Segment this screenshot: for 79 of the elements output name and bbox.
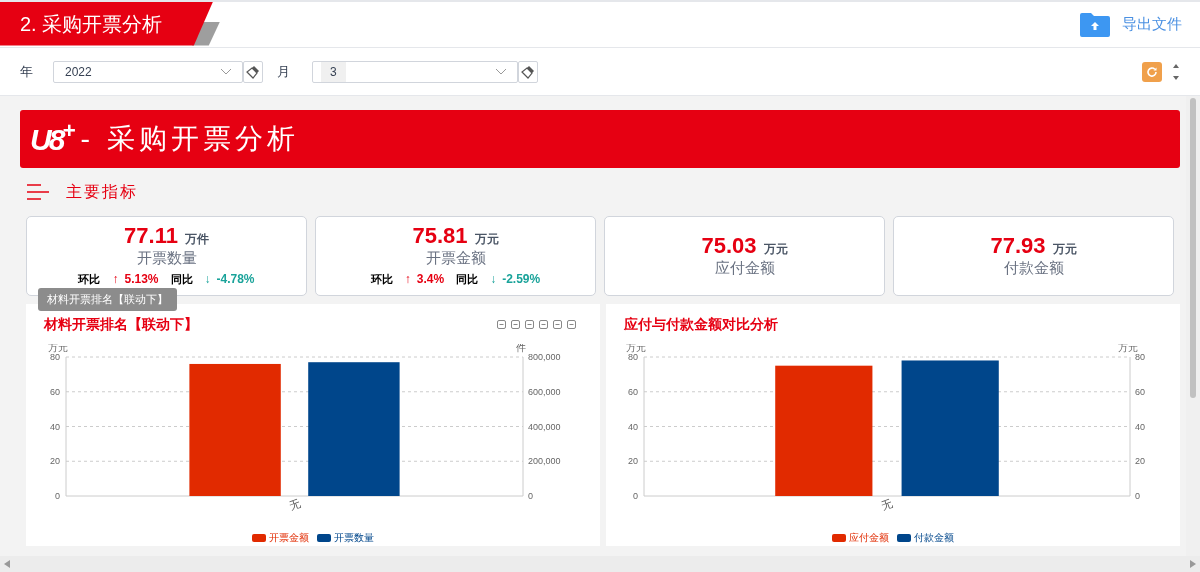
page-title: 2. 采购开票分析 <box>0 1 213 46</box>
scroll-left-icon[interactable] <box>4 560 10 568</box>
axis-unit: 万元 <box>1118 344 1138 353</box>
trend-arrow: ↑ <box>112 271 119 288</box>
refresh-button[interactable] <box>1142 61 1162 82</box>
trend-arrow: ↓ <box>490 271 497 288</box>
kpi-unit: 万元 <box>1052 241 1077 258</box>
comparison-label: 同比 <box>170 271 193 287</box>
axis-tick-label: 80 <box>1135 352 1145 362</box>
kpi-label: 开票金额 <box>425 248 486 268</box>
legend-label[interactable]: 开票数量 <box>334 530 374 545</box>
kpi-label: 付款金额 <box>1003 258 1064 278</box>
kpi-value: 75.03 <box>701 234 757 258</box>
legend-label[interactable]: 应付金额 <box>849 530 889 545</box>
horizontal-scrollbar[interactable] <box>0 556 1200 572</box>
axis-tick-label: 0 <box>55 491 60 501</box>
axis-tick-label: 200,000 <box>528 456 561 467</box>
select-field[interactable]: 2022 <box>53 60 243 83</box>
kpi-unit: 万元 <box>763 241 788 258</box>
axis-tick-label: 800,000 <box>528 352 561 362</box>
kpi-label: 应付金额 <box>714 258 775 278</box>
refresh-icon <box>1146 65 1158 78</box>
banner-title: - 采购开票分析 <box>80 121 299 157</box>
comparison-label: 环比 <box>78 271 101 287</box>
axis-tick-label: 0 <box>528 491 533 501</box>
section-title: 主要指标 <box>66 181 138 203</box>
comparison-value: 3.4% <box>416 271 445 288</box>
kpi-unit: 万元 <box>474 231 499 248</box>
category-label: 无 <box>287 496 302 512</box>
trend-arrow: ↑ <box>404 271 411 288</box>
filter-label: 月 <box>277 62 290 81</box>
axis-tick-label: 40 <box>1135 421 1145 432</box>
trend-arrow: ↓ <box>204 271 211 288</box>
kpi-label: 开票数量 <box>136 248 197 268</box>
axis-tick-label: 600,000 <box>528 386 561 397</box>
axis-tick-label: 60 <box>1135 386 1145 397</box>
folder-upload-icon <box>1080 12 1110 37</box>
axis-tick-label: 20 <box>1135 456 1145 467</box>
axis-tick-label: 60 <box>50 386 60 397</box>
kpi-value: 75.81 <box>412 224 468 248</box>
legend-label[interactable]: 付款金额 <box>914 530 954 545</box>
brush-icon <box>521 64 535 79</box>
clear-button[interactable] <box>518 60 538 83</box>
kpi-unit: 万件 <box>184 231 209 248</box>
filter-label: 年 <box>20 62 33 81</box>
axis-tick-label: 80 <box>628 352 638 362</box>
logo: U8$^{+}$ <box>30 117 73 158</box>
kpi-value: 77.93 <box>990 234 1046 258</box>
chart-title: 材料开票排名【联动下】 <box>44 314 198 334</box>
brush-icon <box>246 64 260 79</box>
axis-tick-label: 0 <box>1135 491 1140 501</box>
chart-title: 应付与付款金额对比分析 <box>624 314 778 334</box>
legend-label[interactable]: 开票金额 <box>269 530 309 545</box>
axis-unit: 万元 <box>626 344 646 353</box>
axis-tick-label: 0 <box>633 491 638 501</box>
section-lines-icon <box>26 183 50 201</box>
category-label: 无 <box>879 496 895 512</box>
kpi-value: 77.11 <box>124 224 178 248</box>
scroll-right-icon[interactable] <box>1190 560 1196 568</box>
axis-tick-label: 400,000 <box>528 421 561 432</box>
comparison-value: 5.13% <box>124 271 159 288</box>
axis-tick-label: 40 <box>628 421 638 432</box>
axis-tick-label: 20 <box>50 456 60 467</box>
axis-tick-label: 20 <box>628 456 638 467</box>
axis-tick-label: 80 <box>50 352 60 362</box>
caret-icon <box>220 68 232 75</box>
comparison-label: 环比 <box>370 271 393 287</box>
clear-button[interactable] <box>243 60 263 83</box>
axis-unit: 万元 <box>48 344 68 353</box>
axis-tick-label: 40 <box>50 421 60 432</box>
comparison-label: 同比 <box>456 271 479 287</box>
bar[interactable] <box>901 360 999 496</box>
comparison-value: -4.78% <box>216 271 255 288</box>
stepper-arrows-icon[interactable] <box>1172 62 1180 81</box>
comparison-value: -2.59% <box>502 271 541 288</box>
tooltip: 材料开票排名【联动下】 <box>38 288 177 311</box>
select-field[interactable]: 3 <box>312 60 518 83</box>
axis-tick-label: 60 <box>628 386 638 397</box>
caret-icon <box>495 68 507 75</box>
